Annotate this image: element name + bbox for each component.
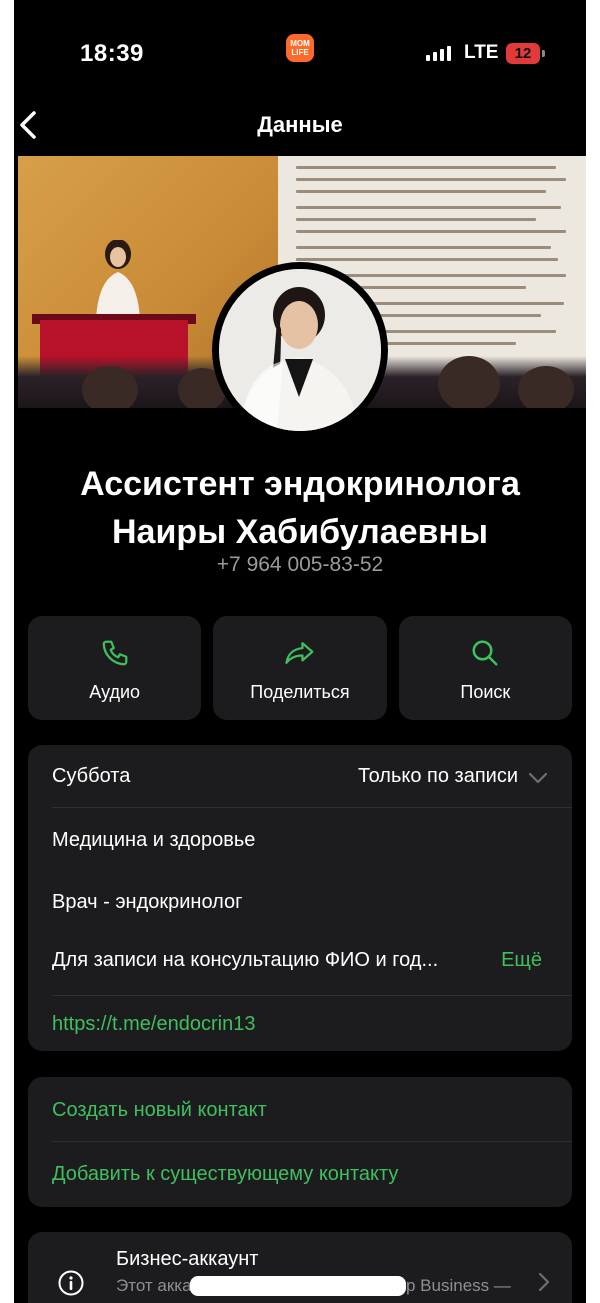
- network-type: LTE: [464, 42, 499, 63]
- info-card: Суббота Только по записи Медицина и здор…: [28, 745, 572, 1051]
- business-subtitle: Этот акка р Business —: [116, 1276, 516, 1298]
- chevron-right-icon: [538, 1272, 550, 1292]
- description-text: Для записи на консультацию ФИО и год...: [52, 949, 439, 971]
- category-row: Медицина и здоровье: [52, 829, 256, 851]
- profile-name-line2: Наиры Хабибулаевны: [111, 513, 488, 551]
- phone-icon: [102, 640, 128, 666]
- status-time: 18:39: [80, 40, 144, 67]
- profile-name-line1: Ассистент эндокринолога: [80, 465, 520, 503]
- action-buttons: Аудио Поделиться Поиск: [28, 616, 572, 720]
- share-icon: [285, 642, 314, 664]
- share-label: Поделиться: [250, 682, 350, 702]
- search-button[interactable]: Поиск: [398, 616, 572, 720]
- audio-call-label: Аудио: [89, 682, 141, 702]
- profile-phone[interactable]: +7 964 005-83-52: [14, 553, 586, 577]
- search-icon: [472, 640, 498, 666]
- battery-icon: 12: [506, 43, 545, 64]
- page-title: Данные: [257, 112, 343, 137]
- telegram-link[interactable]: https://t.me/endocrin13: [52, 1013, 548, 1036]
- business-account-card[interactable]: Бизнес-аккаунт Этот акка р Business —: [28, 1232, 572, 1303]
- info-icon: [58, 1270, 84, 1296]
- search-label: Поиск: [460, 682, 511, 702]
- working-hours-row[interactable]: Суббота Только по записи: [52, 765, 548, 791]
- business-title: Бизнес-аккаунт: [116, 1248, 259, 1270]
- navigation-bar: Данные: [14, 108, 586, 142]
- audio-call-button[interactable]: Аудио: [28, 616, 202, 720]
- description-row[interactable]: Для записи на консультацию ФИО и год... …: [52, 949, 548, 975]
- working-day: Суббота: [52, 765, 131, 787]
- profile-name: Ассистент эндокринолога Наиры Хабибулаев…: [14, 460, 586, 556]
- working-hours-value: Только по записи: [357, 765, 518, 787]
- business-subtitle-start: Этот акка: [116, 1276, 192, 1295]
- contact-actions-card: Создать новый контакт Добавить к существ…: [28, 1077, 572, 1207]
- more-link[interactable]: Ещё: [501, 949, 542, 972]
- chevron-down-icon: [528, 772, 548, 784]
- app-notification-icon: MOM LIFE: [286, 34, 314, 62]
- redaction-bar: [190, 1276, 406, 1296]
- phone-screen: 18:39 MOM LIFE LTE 12 Данные Ассистент э…: [14, 0, 586, 1303]
- role-row: Врач - эндокринолог: [52, 891, 243, 913]
- add-to-contact-button[interactable]: Добавить к существующему контакту: [52, 1163, 548, 1186]
- create-contact-button[interactable]: Создать новый контакт: [52, 1099, 548, 1122]
- share-button[interactable]: Поделиться: [213, 616, 387, 720]
- status-bar: 18:39 MOM LIFE LTE 12: [14, 0, 586, 110]
- business-subtitle-end: р Business —: [406, 1276, 511, 1295]
- profile-avatar[interactable]: [212, 262, 388, 438]
- signal-icon: [426, 46, 451, 61]
